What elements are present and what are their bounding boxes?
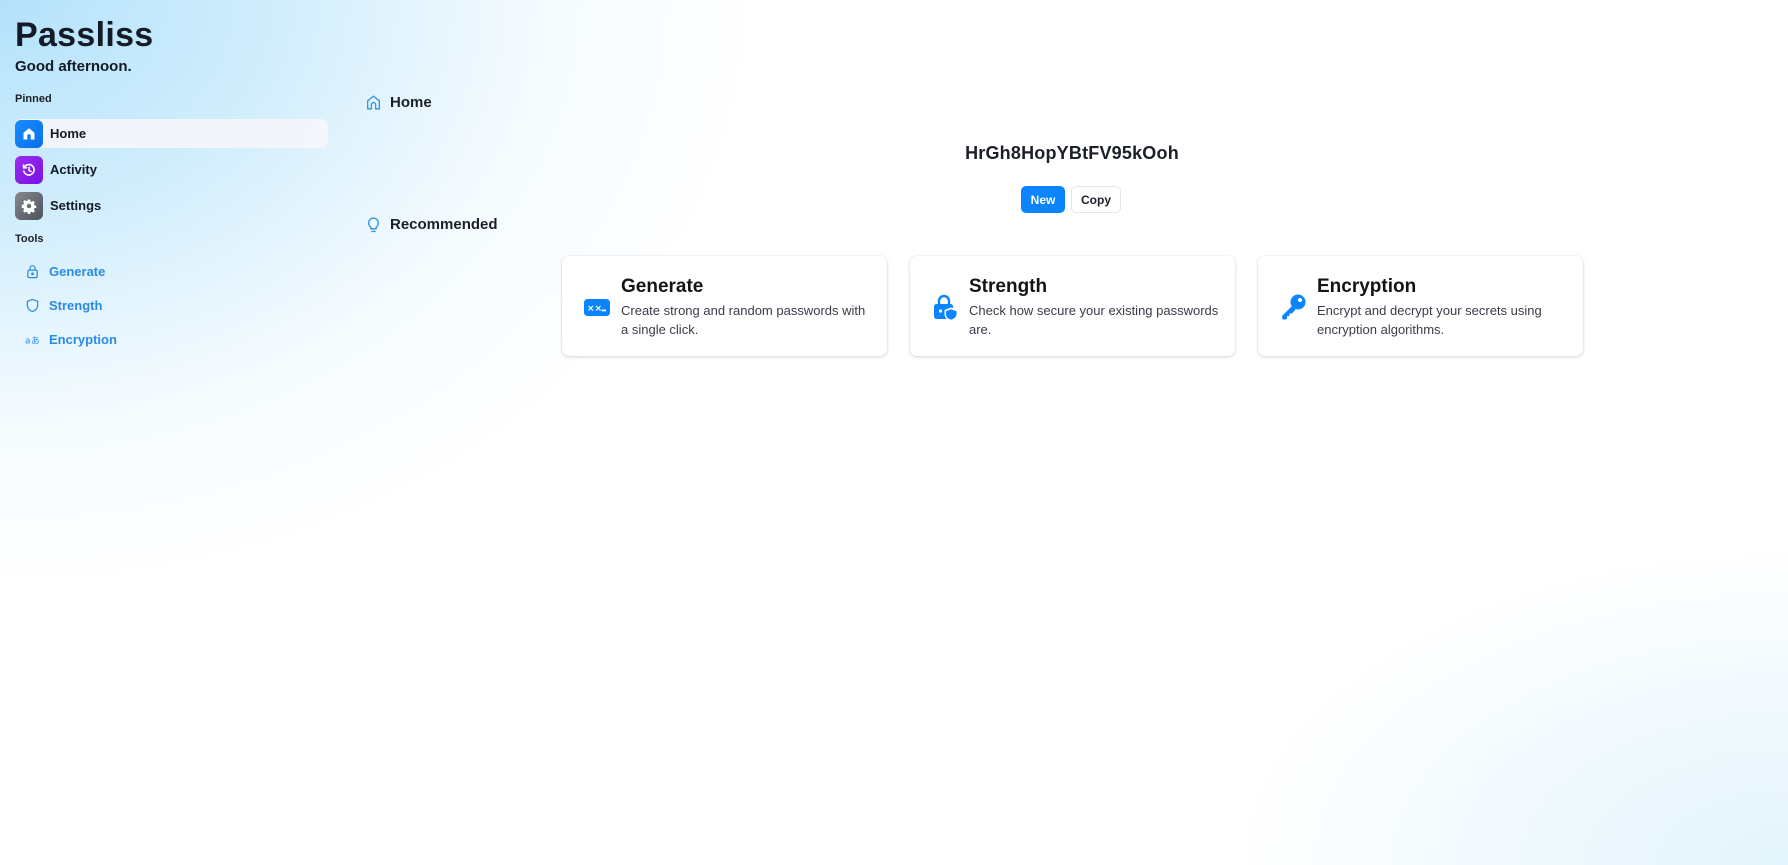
- lock-icon: [24, 263, 40, 279]
- card-encryption[interactable]: Encryption Encrypt and decrypt your secr…: [1258, 256, 1583, 356]
- svg-text:××: ××: [587, 304, 602, 314]
- sidebar-item-settings[interactable]: Settings: [15, 191, 328, 220]
- lock-shield-icon: [930, 292, 960, 322]
- new-password-button[interactable]: New: [1021, 186, 1065, 213]
- recommended-heading: Recommended: [365, 216, 498, 233]
- sidebar-tool-strength[interactable]: Strength: [24, 294, 102, 316]
- sidebar: Passliss Good afternoon. Pinned Home Act…: [0, 0, 340, 865]
- card-title: Strength: [969, 276, 1048, 297]
- pinned-section-label: Pinned: [15, 93, 52, 105]
- sidebar-item-activity[interactable]: Activity: [15, 155, 328, 184]
- sidebar-tool-label: Strength: [49, 297, 103, 313]
- card-description: Create strong and random passwords with …: [621, 303, 866, 337]
- sidebar-item-label: Settings: [50, 198, 102, 213]
- greeting: Good afternoon.: [15, 58, 132, 75]
- shield-icon: [24, 297, 40, 313]
- password-actions: New Copy: [1021, 186, 1121, 213]
- history-icon: [15, 155, 43, 184]
- password-icon: ××: [582, 292, 612, 322]
- card-generate[interactable]: ×× Generate Create strong and random pas…: [562, 256, 887, 356]
- card-title: Generate: [621, 276, 704, 297]
- sidebar-tool-encryption[interactable]: aあ Encryption: [24, 328, 117, 350]
- tools-section-label: Tools: [15, 233, 44, 245]
- sidebar-tool-label: Generate: [49, 263, 106, 279]
- svg-text:a: a: [25, 336, 30, 346]
- recommended-heading-label: Recommended: [390, 216, 498, 233]
- key-icon: [1278, 292, 1308, 322]
- svg-text:あ: あ: [31, 335, 39, 345]
- sidebar-item-label: Home: [50, 126, 87, 141]
- gear-icon: [15, 191, 43, 220]
- home-heading-label: Home: [390, 94, 432, 111]
- sidebar-tool-generate[interactable]: Generate: [24, 260, 105, 282]
- sidebar-tool-label: Encryption: [49, 331, 117, 347]
- app-title: Passliss: [15, 16, 154, 54]
- sidebar-item-home[interactable]: Home: [15, 119, 328, 148]
- generated-password: HrGh8HopYBtFV95kOoh: [965, 143, 1179, 163]
- card-description: Check how secure your existing passwords…: [969, 303, 1219, 337]
- sidebar-item-label: Activity: [50, 162, 97, 177]
- home-outline-icon: [366, 95, 381, 110]
- translate-icon: aあ: [24, 331, 40, 347]
- home-icon: [15, 119, 43, 148]
- card-description: Encrypt and decrypt your secrets using e…: [1317, 303, 1542, 337]
- card-strength[interactable]: Strength Check how secure your existing …: [910, 256, 1235, 356]
- home-heading: Home: [365, 94, 432, 111]
- lightbulb-icon: [368, 217, 379, 233]
- copy-password-button[interactable]: Copy: [1071, 186, 1121, 213]
- card-title: Encryption: [1317, 276, 1417, 297]
